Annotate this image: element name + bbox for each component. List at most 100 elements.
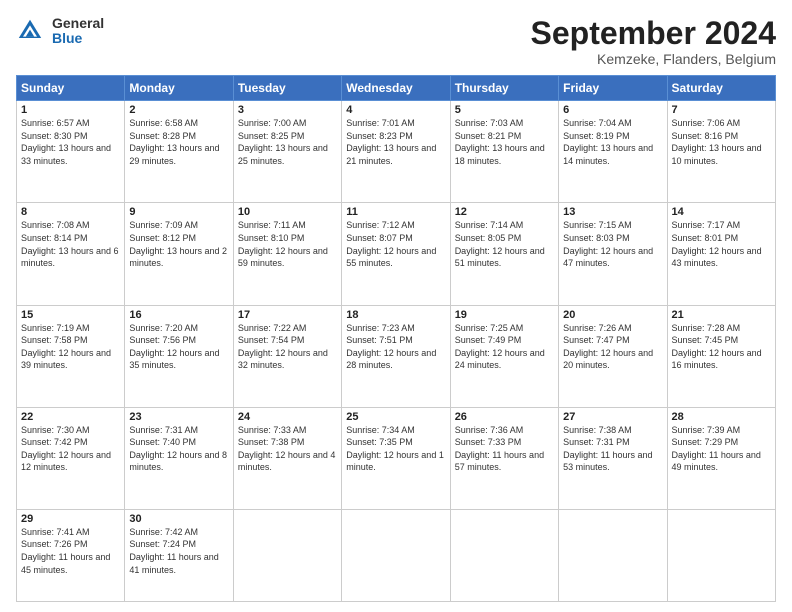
day-number: 11 <box>346 206 445 218</box>
table-row: 24Sunrise: 7:33 AMSunset: 7:38 PMDayligh… <box>233 407 341 509</box>
day-number: 30 <box>129 513 228 525</box>
table-row: 19Sunrise: 7:25 AMSunset: 7:49 PMDayligh… <box>450 305 558 407</box>
table-row: 11Sunrise: 7:12 AMSunset: 8:07 PMDayligh… <box>342 203 450 305</box>
calendar-week-row: 1Sunrise: 6:57 AMSunset: 8:30 PMDaylight… <box>17 101 776 203</box>
cell-info: Sunrise: 7:14 AMSunset: 8:05 PMDaylight:… <box>455 219 554 269</box>
cell-info: Sunrise: 7:39 AMSunset: 7:29 PMDaylight:… <box>672 424 771 474</box>
col-tuesday: Tuesday <box>233 76 341 101</box>
table-row: 16Sunrise: 7:20 AMSunset: 7:56 PMDayligh… <box>125 305 233 407</box>
calendar-week-row: 15Sunrise: 7:19 AMSunset: 7:58 PMDayligh… <box>17 305 776 407</box>
day-number: 5 <box>455 104 554 116</box>
cell-info: Sunrise: 7:11 AMSunset: 8:10 PMDaylight:… <box>238 219 337 269</box>
day-number: 16 <box>129 309 228 321</box>
cell-info: Sunrise: 7:17 AMSunset: 8:01 PMDaylight:… <box>672 219 771 269</box>
table-row: 6Sunrise: 7:04 AMSunset: 8:19 PMDaylight… <box>559 101 667 203</box>
day-number: 9 <box>129 206 228 218</box>
day-number: 21 <box>672 309 771 321</box>
table-row <box>342 509 450 601</box>
calendar-week-row: 29Sunrise: 7:41 AMSunset: 7:26 PMDayligh… <box>17 509 776 601</box>
table-row: 3Sunrise: 7:00 AMSunset: 8:25 PMDaylight… <box>233 101 341 203</box>
table-row: 17Sunrise: 7:22 AMSunset: 7:54 PMDayligh… <box>233 305 341 407</box>
calendar-table: Sunday Monday Tuesday Wednesday Thursday… <box>16 75 776 602</box>
table-row: 13Sunrise: 7:15 AMSunset: 8:03 PMDayligh… <box>559 203 667 305</box>
cell-info: Sunrise: 7:41 AMSunset: 7:26 PMDaylight:… <box>21 526 120 576</box>
table-row: 21Sunrise: 7:28 AMSunset: 7:45 PMDayligh… <box>667 305 775 407</box>
day-number: 6 <box>563 104 662 116</box>
day-number: 3 <box>238 104 337 116</box>
logo-icon <box>16 17 44 45</box>
day-number: 2 <box>129 104 228 116</box>
day-number: 24 <box>238 411 337 423</box>
col-saturday: Saturday <box>667 76 775 101</box>
day-number: 20 <box>563 309 662 321</box>
day-number: 19 <box>455 309 554 321</box>
cell-info: Sunrise: 7:25 AMSunset: 7:49 PMDaylight:… <box>455 322 554 372</box>
cell-info: Sunrise: 7:20 AMSunset: 7:56 PMDaylight:… <box>129 322 228 372</box>
table-row: 9Sunrise: 7:09 AMSunset: 8:12 PMDaylight… <box>125 203 233 305</box>
cell-info: Sunrise: 7:31 AMSunset: 7:40 PMDaylight:… <box>129 424 228 474</box>
cell-info: Sunrise: 6:57 AMSunset: 8:30 PMDaylight:… <box>21 117 120 167</box>
day-number: 1 <box>21 104 120 116</box>
cell-info: Sunrise: 7:00 AMSunset: 8:25 PMDaylight:… <box>238 117 337 167</box>
title-area: September 2024 Kemzeke, Flanders, Belgiu… <box>531 16 776 67</box>
table-row: 7Sunrise: 7:06 AMSunset: 8:16 PMDaylight… <box>667 101 775 203</box>
day-number: 25 <box>346 411 445 423</box>
day-number: 14 <box>672 206 771 218</box>
col-friday: Friday <box>559 76 667 101</box>
col-sunday: Sunday <box>17 76 125 101</box>
cell-info: Sunrise: 7:22 AMSunset: 7:54 PMDaylight:… <box>238 322 337 372</box>
table-row: 12Sunrise: 7:14 AMSunset: 8:05 PMDayligh… <box>450 203 558 305</box>
cell-info: Sunrise: 7:06 AMSunset: 8:16 PMDaylight:… <box>672 117 771 167</box>
cell-info: Sunrise: 7:03 AMSunset: 8:21 PMDaylight:… <box>455 117 554 167</box>
table-row: 8Sunrise: 7:08 AMSunset: 8:14 PMDaylight… <box>17 203 125 305</box>
table-row: 4Sunrise: 7:01 AMSunset: 8:23 PMDaylight… <box>342 101 450 203</box>
cell-info: Sunrise: 7:15 AMSunset: 8:03 PMDaylight:… <box>563 219 662 269</box>
day-number: 23 <box>129 411 228 423</box>
cell-info: Sunrise: 7:19 AMSunset: 7:58 PMDaylight:… <box>21 322 120 372</box>
table-row <box>559 509 667 601</box>
cell-info: Sunrise: 7:30 AMSunset: 7:42 PMDaylight:… <box>21 424 120 474</box>
table-row: 18Sunrise: 7:23 AMSunset: 7:51 PMDayligh… <box>342 305 450 407</box>
col-wednesday: Wednesday <box>342 76 450 101</box>
table-row: 29Sunrise: 7:41 AMSunset: 7:26 PMDayligh… <box>17 509 125 601</box>
day-number: 15 <box>21 309 120 321</box>
day-number: 8 <box>21 206 120 218</box>
cell-info: Sunrise: 7:33 AMSunset: 7:38 PMDaylight:… <box>238 424 337 474</box>
day-number: 4 <box>346 104 445 116</box>
cell-info: Sunrise: 7:36 AMSunset: 7:33 PMDaylight:… <box>455 424 554 474</box>
day-number: 27 <box>563 411 662 423</box>
logo-text: General Blue <box>52 16 104 47</box>
cell-info: Sunrise: 6:58 AMSunset: 8:28 PMDaylight:… <box>129 117 228 167</box>
cell-info: Sunrise: 7:23 AMSunset: 7:51 PMDaylight:… <box>346 322 445 372</box>
cell-info: Sunrise: 7:34 AMSunset: 7:35 PMDaylight:… <box>346 424 445 474</box>
cell-info: Sunrise: 7:28 AMSunset: 7:45 PMDaylight:… <box>672 322 771 372</box>
month-title: September 2024 <box>531 16 776 51</box>
cell-info: Sunrise: 7:42 AMSunset: 7:24 PMDaylight:… <box>129 526 228 576</box>
day-number: 17 <box>238 309 337 321</box>
col-monday: Monday <box>125 76 233 101</box>
day-number: 29 <box>21 513 120 525</box>
day-number: 10 <box>238 206 337 218</box>
table-row: 25Sunrise: 7:34 AMSunset: 7:35 PMDayligh… <box>342 407 450 509</box>
cell-info: Sunrise: 7:08 AMSunset: 8:14 PMDaylight:… <box>21 219 120 269</box>
day-number: 28 <box>672 411 771 423</box>
calendar-header-row: Sunday Monday Tuesday Wednesday Thursday… <box>17 76 776 101</box>
table-row: 15Sunrise: 7:19 AMSunset: 7:58 PMDayligh… <box>17 305 125 407</box>
table-row: 10Sunrise: 7:11 AMSunset: 8:10 PMDayligh… <box>233 203 341 305</box>
logo-general-text: General <box>52 16 104 31</box>
day-number: 13 <box>563 206 662 218</box>
cell-info: Sunrise: 7:26 AMSunset: 7:47 PMDaylight:… <box>563 322 662 372</box>
table-row: 30Sunrise: 7:42 AMSunset: 7:24 PMDayligh… <box>125 509 233 601</box>
day-number: 22 <box>21 411 120 423</box>
cell-info: Sunrise: 7:38 AMSunset: 7:31 PMDaylight:… <box>563 424 662 474</box>
table-row: 23Sunrise: 7:31 AMSunset: 7:40 PMDayligh… <box>125 407 233 509</box>
table-row <box>450 509 558 601</box>
cell-info: Sunrise: 7:01 AMSunset: 8:23 PMDaylight:… <box>346 117 445 167</box>
table-row: 14Sunrise: 7:17 AMSunset: 8:01 PMDayligh… <box>667 203 775 305</box>
table-row: 20Sunrise: 7:26 AMSunset: 7:47 PMDayligh… <box>559 305 667 407</box>
day-number: 7 <box>672 104 771 116</box>
page: General Blue September 2024 Kemzeke, Fla… <box>0 0 792 612</box>
cell-info: Sunrise: 7:09 AMSunset: 8:12 PMDaylight:… <box>129 219 228 269</box>
cell-info: Sunrise: 7:04 AMSunset: 8:19 PMDaylight:… <box>563 117 662 167</box>
logo-blue-text: Blue <box>52 31 104 46</box>
